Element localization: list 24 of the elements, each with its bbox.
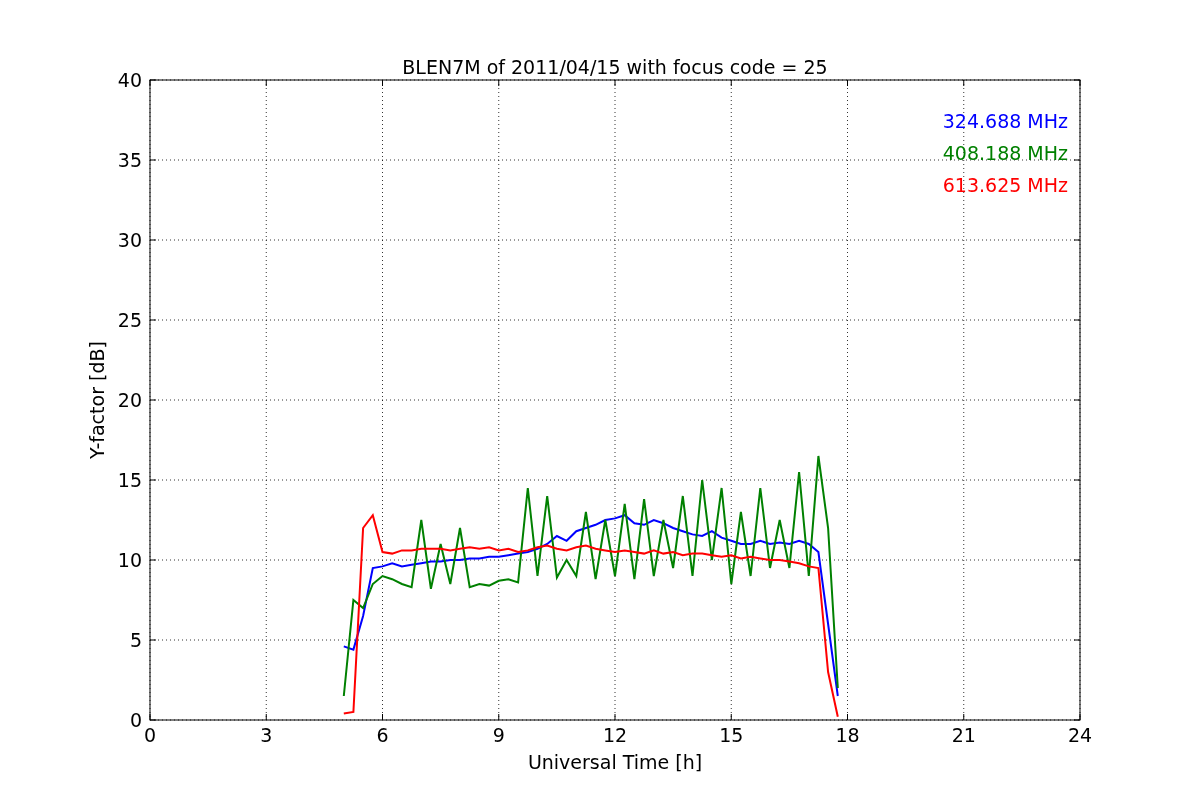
x-tick-label: 12	[602, 724, 628, 746]
legend-label: 408.188 MHz	[942, 142, 1068, 164]
chart-title: BLEN7M of 2011/04/15 with focus code = 25	[402, 56, 828, 78]
x-tick-label: 21	[951, 724, 976, 746]
y-tick-label: 40	[117, 69, 142, 91]
y-tick-label: 25	[117, 309, 142, 331]
x-tick-label: 9	[492, 724, 505, 746]
y-tick-label: 5	[129, 629, 142, 651]
y-tick-label: 0	[129, 709, 142, 731]
x-tick-label: 3	[260, 724, 273, 746]
x-axis-label: Universal Time [h]	[527, 751, 703, 773]
x-tick-label: 18	[835, 724, 860, 746]
y-tick-label: 30	[117, 229, 142, 251]
y-axis-label: Y-factor [dB]	[86, 341, 108, 459]
x-tick-label: 0	[143, 724, 157, 746]
y-tick-label: 35	[117, 149, 142, 171]
legend-label: 324.688 MHz	[942, 110, 1068, 132]
x-tick-label: 6	[376, 724, 389, 746]
y-tick-label: 10	[117, 549, 142, 571]
x-tick-label: 24	[1067, 724, 1093, 746]
legend-label: 613.625 MHz	[942, 174, 1068, 196]
x-tick-label: 15	[719, 724, 744, 746]
y-tick-label: 15	[117, 469, 142, 491]
y-tick-label: 20	[117, 389, 142, 411]
